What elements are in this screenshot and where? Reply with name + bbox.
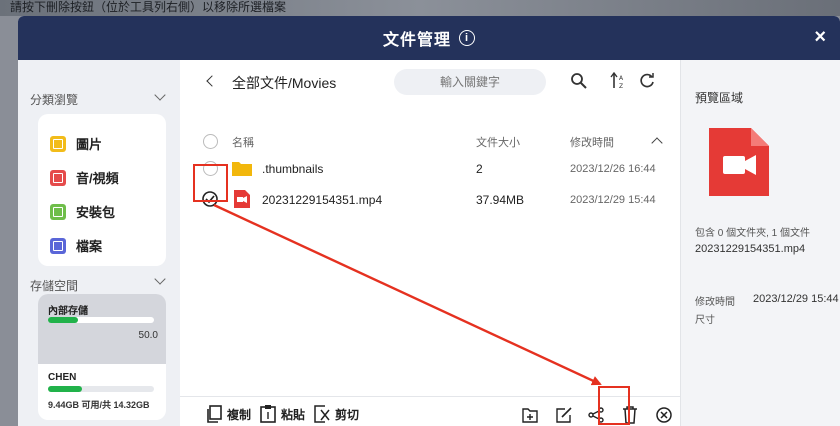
storage-header: 存儲空間 [30, 279, 79, 293]
file-name: 20231229154351.mp4 [262, 193, 383, 207]
column-name[interactable]: 名稱 [232, 134, 254, 150]
title-bar: 文件管理 i × [18, 16, 840, 60]
back-icon[interactable] [206, 75, 218, 87]
file-size: 2 [476, 162, 483, 176]
category-item-packages[interactable]: 安裝包 [50, 202, 115, 221]
cut-button[interactable]: 剪切 [314, 405, 359, 423]
package-icon [50, 203, 66, 220]
cancel-icon[interactable] [656, 407, 672, 423]
document-icon [50, 237, 66, 254]
copy-label: 複制 [227, 407, 252, 422]
category-label: 檔案 [76, 239, 103, 254]
file-name: .thumbnails [262, 162, 324, 176]
file-modified: 2023/12/29 15:44 [570, 194, 656, 206]
category-label: 安裝包 [76, 205, 116, 220]
file-list-pane: 全部文件/Movies A Z 名稱 文件大小 修改時間 .thumbnails… [180, 60, 680, 426]
preview-filename: 20231229154351.mp4 [695, 243, 806, 255]
new-folder-icon[interactable] [522, 407, 538, 423]
highlight-selected-file [193, 164, 228, 202]
storage-bar-fill [48, 317, 78, 323]
video-file-icon [709, 128, 769, 196]
storage-bar [48, 386, 154, 392]
svg-text:Z: Z [619, 83, 623, 90]
paste-label: 粘貼 [281, 407, 306, 422]
highlight-delete-button [598, 386, 630, 425]
cut-label: 剪切 [335, 407, 360, 422]
file-size: 37.94MB [476, 193, 525, 207]
storage-bar [48, 317, 154, 323]
preview-header: 預覽區域 [695, 91, 744, 105]
window-title: 文件管理 [382, 32, 451, 49]
file-modified: 2023/12/26 16:44 [570, 163, 656, 175]
sort-asc-icon[interactable] [651, 137, 663, 149]
column-size[interactable]: 文件大小 [476, 134, 520, 150]
category-item-documents[interactable]: 檔案 [50, 236, 102, 255]
category-list: 圖片 音/視頻 安裝包 檔案 [38, 114, 166, 266]
media-icon [50, 169, 66, 186]
folder-icon [232, 162, 252, 176]
paste-button[interactable]: 粘貼 [260, 405, 305, 423]
image-icon [50, 135, 66, 152]
preview-modified-value: 2023/12/29 15:44 [753, 293, 839, 305]
storage-item-internal[interactable]: 內部存儲 50.0 [38, 294, 166, 364]
category-item-images[interactable]: 圖片 [50, 134, 102, 153]
select-all-checkbox[interactable] [203, 134, 218, 149]
info-icon[interactable]: i [459, 30, 475, 46]
sort-icon[interactable]: A Z [610, 72, 628, 90]
breadcrumb: 全部文件/Movies [232, 75, 337, 91]
column-modified[interactable]: 修改時間 [570, 134, 614, 150]
preview-size-label: 尺寸 [695, 315, 715, 326]
background-caption: 請按下刪除按鈕（位於工具列右側）以移除所選檔案 [0, 0, 840, 16]
preview-contains: 包含 0 個文件夾, 1 個文件 [695, 228, 811, 239]
storage-bar-fill [48, 386, 82, 392]
category-label: 音/視頻 [76, 171, 119, 186]
category-item-media[interactable]: 音/視頻 [50, 168, 119, 187]
browse-header: 分類瀏覽 [30, 93, 79, 107]
storage-name: 內部存儲 [48, 306, 88, 317]
search-icon[interactable] [570, 72, 588, 90]
chevron-down-icon[interactable] [154, 273, 166, 285]
paste-icon [260, 405, 276, 423]
preview-modified-label: 修改時間 [695, 297, 735, 308]
copy-icon [207, 405, 222, 423]
file-manager-window: 文件管理 i × 分類瀏覽 圖片 音/視頻 安裝包 檔案 存儲空間 內部存儲 5… [18, 16, 840, 426]
refresh-icon[interactable] [638, 72, 656, 90]
close-button[interactable]: × [814, 26, 826, 49]
search-input[interactable] [394, 69, 546, 95]
cut-icon [314, 405, 330, 423]
sidebar: 分類瀏覽 圖片 音/視頻 安裝包 檔案 存儲空間 內部存儲 50.0 CHEN … [18, 60, 180, 426]
storage-value: 9.44GB 可用/共 14.32GB [48, 400, 150, 410]
category-label: 圖片 [76, 137, 103, 152]
copy-button[interactable]: 複制 [206, 405, 251, 423]
storage-list: 內部存儲 50.0 CHEN 9.44GB 可用/共 14.32GB [38, 294, 166, 420]
storage-name: CHEN [48, 372, 77, 383]
chevron-down-icon[interactable] [154, 89, 166, 101]
svg-text:A: A [619, 75, 624, 82]
preview-pane: 預覽區域 包含 0 個文件夾, 1 個文件 20231229154351.mp4… [680, 60, 840, 426]
video-file-icon [234, 190, 250, 208]
storage-value: 50.0 [138, 330, 158, 341]
rename-icon[interactable] [556, 407, 572, 423]
